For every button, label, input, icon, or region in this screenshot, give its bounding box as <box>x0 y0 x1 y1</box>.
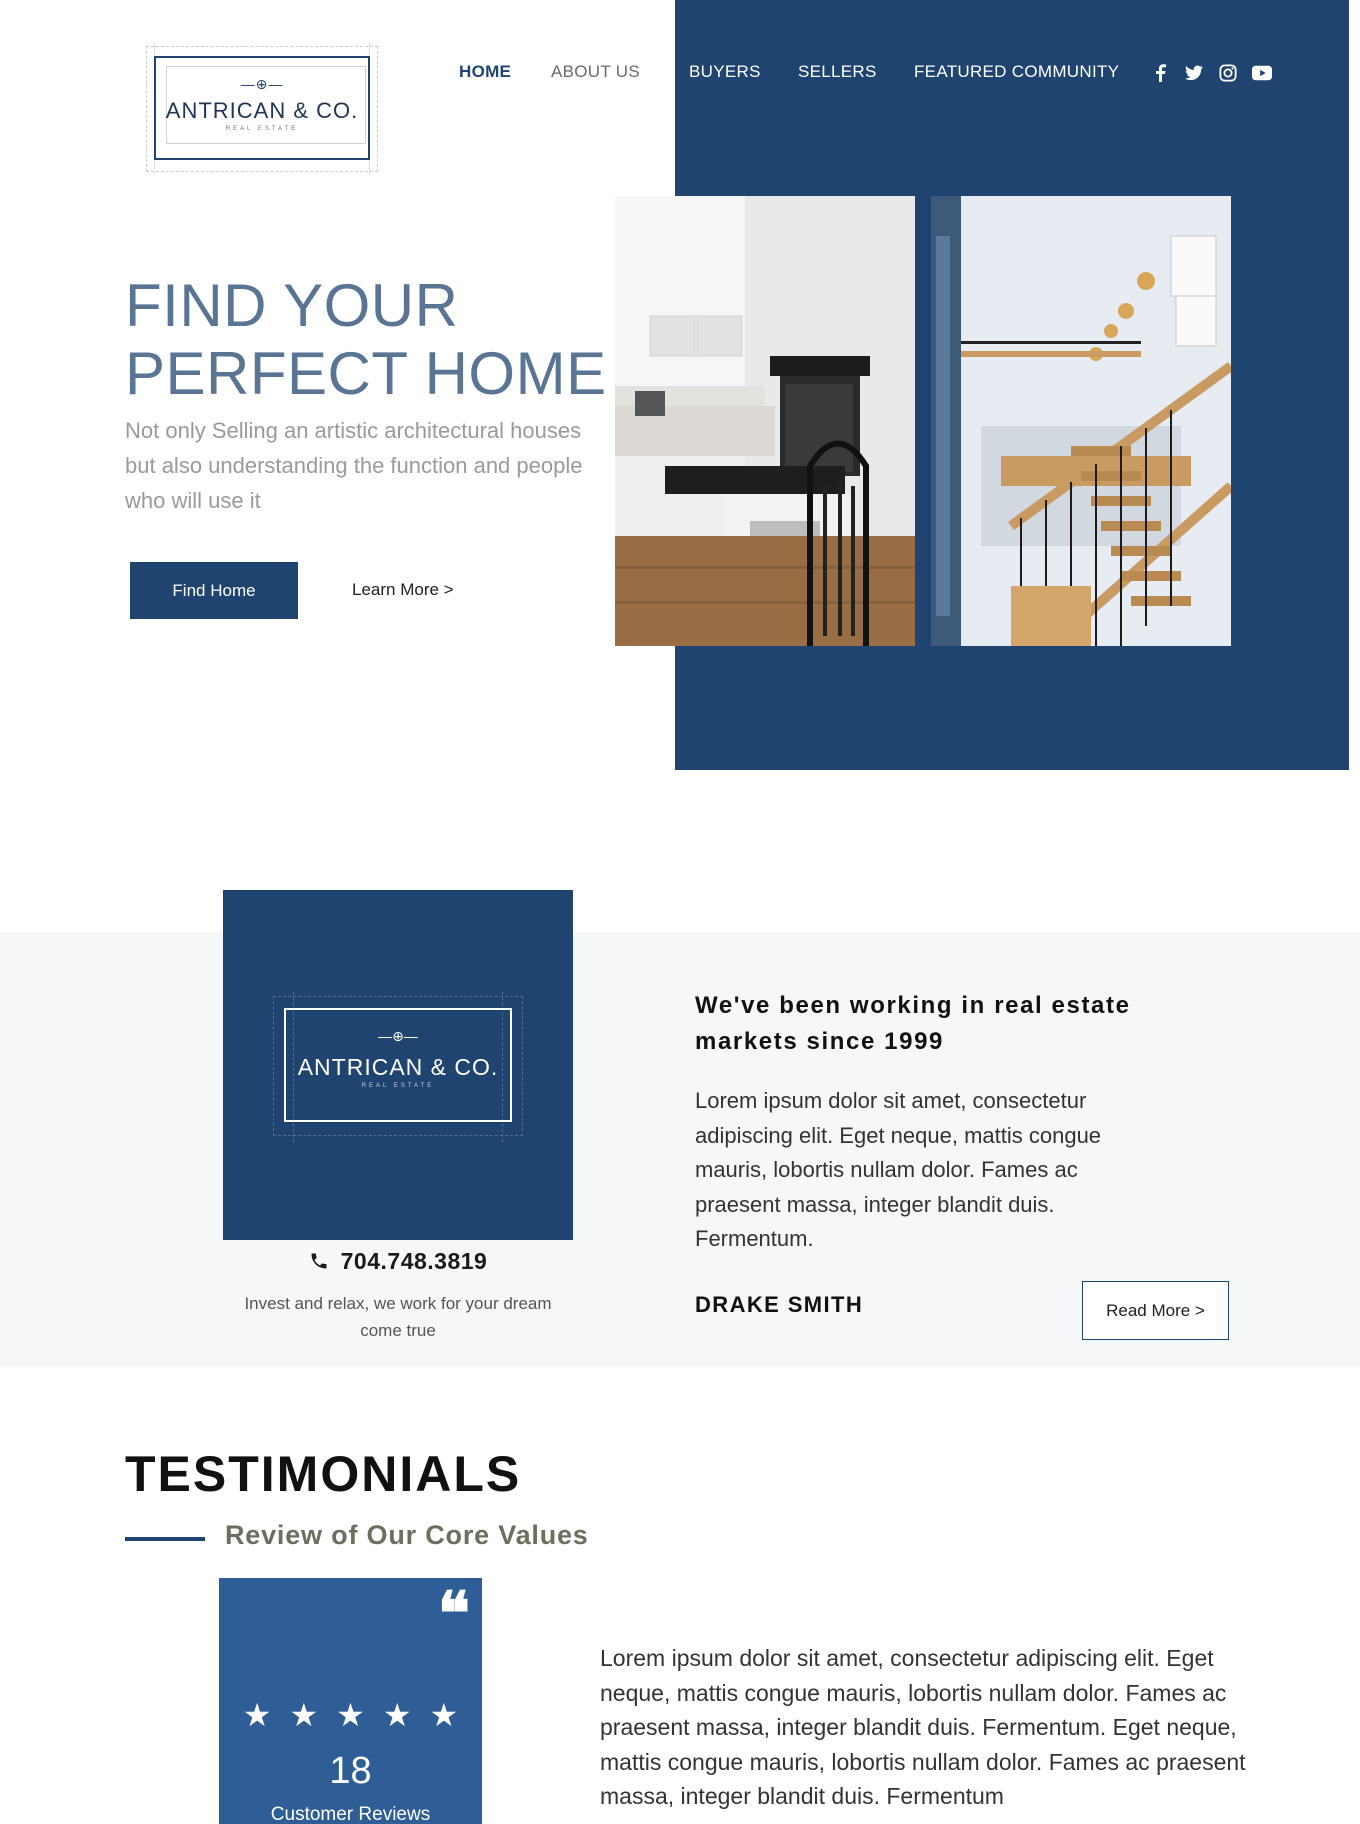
facebook-icon[interactable] <box>1150 63 1170 83</box>
author-name: DRAKE SMITH <box>695 1292 864 1317</box>
review-label: Customer Reviews <box>270 1804 431 1824</box>
hero-title: FIND YOUR PERFECT HOME <box>125 272 607 408</box>
star-icon: ★ <box>382 1697 412 1733</box>
testimonials-title: TESTIMONIALS <box>125 1446 522 1502</box>
staircase-photo <box>931 196 1231 646</box>
nav-item-buyers[interactable]: BUYERS <box>689 62 761 82</box>
star-icon: ★ <box>289 1697 319 1733</box>
about-tagline: Invest and relax, we work for your dream… <box>244 1294 552 1340</box>
instagram-icon[interactable] <box>1218 63 1238 83</box>
logo-name: ANTRICAN & CO. <box>165 98 359 123</box>
logo-subtitle: REAL ESTATE <box>225 126 299 132</box>
youtube-icon[interactable] <box>1252 63 1272 83</box>
testimonials-divider <box>125 1537 205 1541</box>
social-links <box>1150 63 1272 83</box>
review-count: 18 <box>329 1750 372 1792</box>
nav-item-home[interactable]: HOME <box>459 62 511 82</box>
nav-item-sellers[interactable]: SELLERS <box>798 62 877 82</box>
about-logo-mark-icon: —⊕— <box>378 1028 418 1044</box>
learn-more-link[interactable]: Learn More > <box>352 580 454 600</box>
review-summary-card: ❝ ★ ★ ★ ★ ★ 18 Customer Reviews <box>219 1578 482 1824</box>
hero-title-line2: PERFECT HOME <box>125 340 607 407</box>
about-body: Lorem ipsum dolor sit amet, consectetur … <box>695 1088 1102 1251</box>
about-logo-card: —⊕— ANTRICAN & CO. REAL ESTATE <box>223 890 573 1240</box>
rating-stars: ★ ★ ★ ★ ★ <box>219 1696 482 1734</box>
phone-icon <box>309 1251 329 1275</box>
phone-number[interactable]: 704.748.3819 <box>223 1248 573 1275</box>
living-room-photo <box>615 196 915 646</box>
testimonials-subtitle: Review of Our Core Values <box>225 1520 589 1550</box>
twitter-icon[interactable] <box>1184 63 1204 83</box>
brand-logo[interactable]: —⊕— ANTRICAN & CO. REAL ESTATE <box>140 42 384 174</box>
hero-title-line1: FIND YOUR <box>125 272 459 339</box>
star-icon: ★ <box>429 1697 459 1733</box>
star-icon: ★ <box>336 1697 365 1733</box>
nav-item-about-us[interactable]: ABOUT US <box>551 62 640 82</box>
about-heading: We've been working in real estate market… <box>695 992 1131 1055</box>
logo-mark-icon: —⊕— <box>240 76 284 92</box>
star-icon: ★ <box>242 1697 272 1733</box>
hero-subtitle: Not only Selling an artistic architectur… <box>125 418 583 513</box>
read-more-button[interactable]: Read More > <box>1082 1281 1229 1340</box>
about-logo-name: ANTRICAN & CO. <box>297 1054 499 1080</box>
find-home-button[interactable]: Find Home <box>130 562 298 619</box>
nav-item-featured-community[interactable]: FEATURED COMMUNITY <box>914 62 1119 82</box>
phone-number-text: 704.748.3819 <box>340 1248 488 1274</box>
testimonial-body: Lorem ipsum dolor sit amet, consectetur … <box>600 1645 1246 1809</box>
quote-icon: ❝ <box>437 1579 470 1649</box>
about-logo-subtitle: REAL ESTATE <box>361 1083 435 1089</box>
